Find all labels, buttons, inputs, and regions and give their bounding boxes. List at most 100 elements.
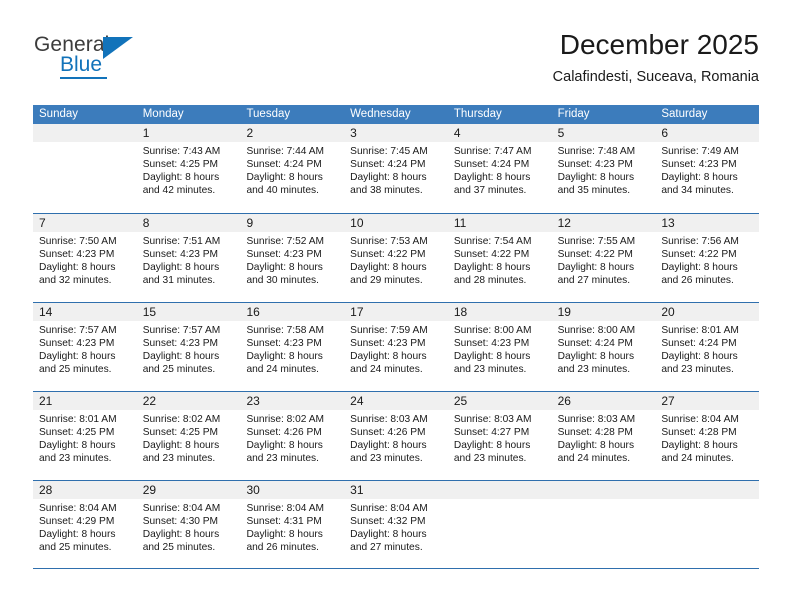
- day-info-line: and 32 minutes.: [39, 275, 112, 287]
- day-sun-info: Sunrise: 8:01 AM Sunset: 4:25 PM Daylight:…: [33, 410, 137, 465]
- day-info-line: Sunset: 4:23 PM: [39, 249, 115, 261]
- day-info-line: Daylight: 8 hours: [142, 440, 220, 452]
- calendar-day-cell-18[interactable]: 18 Sunrise: 8:00 AM Sunset: 4:23 PM Dayligh…: [447, 303, 552, 391]
- calendar-day-cell-30[interactable]: 30 Sunrise: 8:04 AM Sunset: 4:31 PM Dayligh…: [240, 481, 345, 568]
- day-number: 14: [39, 305, 53, 319]
- calendar-day-cell-29[interactable]: 29 Sunrise: 8:04 AM Sunset: 4:30 PM Dayligh…: [136, 481, 241, 568]
- day-info-line: Sunrise: 7:52 AM: [246, 236, 325, 247]
- calendar-day-cell-11[interactable]: 11 Sunrise: 7:54 AM Sunset: 4:22 PM Dayligh…: [447, 214, 552, 302]
- weekday-header-thursday: Thursday: [453, 108, 502, 120]
- day-info-line: and 24 minutes.: [350, 364, 423, 376]
- calendar-grid: Sunday Monday Tuesday Wednesday Thursday Frid…: [33, 105, 760, 569]
- calendar-day-cell-10[interactable]: 10 Sunrise: 7:53 AM Sunset: 4:22 PM Dayligh…: [344, 214, 448, 302]
- day-info-line: Daylight: 8 hours: [350, 440, 427, 452]
- day-sun-info: Sunrise: 8:01 AM Sunset: 4:24 PM Daylight:…: [655, 321, 759, 376]
- day-sun-info: [552, 499, 656, 502]
- calendar-day-cell-19[interactable]: 19 Sunrise: 8:00 AM Sunset: 4:24 PM Dayligh…: [551, 303, 656, 391]
- day-info-line: Sunrise: 7:54 AM: [453, 236, 532, 247]
- day-sun-info: Sunrise: 7:54 AM Sunset: 4:22 PM Daylight:…: [448, 232, 552, 287]
- day-number-band: 8: [136, 214, 241, 232]
- day-number: 7: [39, 216, 46, 230]
- calendar-day-cell-20[interactable]: 20 Sunrise: 8:01 AM Sunset: 4:24 PM Dayligh…: [655, 303, 760, 391]
- calendar-day-cell-21[interactable]: 21 Sunrise: 8:01 AM Sunset: 4:25 PM Dayligh…: [33, 392, 137, 480]
- day-info-line: Sunset: 4:24 PM: [453, 159, 530, 171]
- day-number: 6: [661, 126, 668, 140]
- calendar-day-cell-4[interactable]: 4 Sunrise: 7:47 AM Sunset: 4:24 PM Daylight…: [447, 124, 552, 213]
- day-info-line: Daylight: 8 hours: [350, 262, 427, 274]
- day-info-line: Sunset: 4:23 PM: [142, 338, 219, 350]
- day-sun-info: Sunrise: 7:55 AM Sunset: 4:22 PM Daylight:…: [552, 232, 656, 287]
- calendar-day-cell-2[interactable]: 2 Sunrise: 7:44 AM Sunset: 4:24 PM Daylight…: [240, 124, 345, 213]
- day-number: 27: [661, 394, 675, 408]
- calendar-day-cell-1[interactable]: 1 Sunrise: 7:43 AM Sunset: 4:25 PM Daylight…: [136, 124, 241, 213]
- day-info-line: Daylight: 8 hours: [661, 262, 738, 274]
- calendar-day-cell-6[interactable]: 6 Sunrise: 7:49 AM Sunset: 4:23 PM Daylight…: [655, 124, 760, 213]
- calendar-body: 1 Sunrise: 7:43 AM Sunset: 4:25 PM Daylight…: [33, 124, 760, 569]
- calendar-day-cell-25[interactable]: 25 Sunrise: 8:03 AM Sunset: 4:27 PM Dayligh…: [447, 392, 552, 480]
- day-number-band: [655, 481, 760, 499]
- calendar-day-cell-14[interactable]: 14 Sunrise: 7:57 AM Sunset: 4:23 PM Dayligh…: [33, 303, 137, 391]
- day-number-band: 22: [136, 392, 241, 410]
- calendar-day-cell-empty: [447, 481, 552, 568]
- day-sun-info: Sunrise: 7:44 AM Sunset: 4:24 PM Daylight:…: [240, 142, 344, 197]
- calendar-day-cell-16[interactable]: 16 Sunrise: 7:58 AM Sunset: 4:23 PM Dayligh…: [240, 303, 345, 391]
- day-info-line: Sunset: 4:26 PM: [350, 427, 426, 439]
- weekday-header-friday: Friday: [557, 108, 590, 120]
- day-info-line: Sunset: 4:23 PM: [39, 338, 115, 350]
- day-info-line: Daylight: 8 hours: [557, 351, 635, 363]
- day-info-line: Sunrise: 8:01 AM: [661, 325, 739, 336]
- day-info-line: Daylight: 8 hours: [661, 351, 738, 363]
- calendar-day-cell-23[interactable]: 23 Sunrise: 8:02 AM Sunset: 4:26 PM Dayligh…: [240, 392, 345, 480]
- calendar-day-cell-13[interactable]: 13 Sunrise: 7:56 AM Sunset: 4:22 PM Dayligh…: [655, 214, 760, 302]
- logo-text-blue: Blue: [60, 53, 103, 76]
- calendar-day-cell-31[interactable]: 31 Sunrise: 8:04 AM Sunset: 4:32 PM Dayligh…: [344, 481, 448, 568]
- day-number-band: 28: [33, 481, 137, 499]
- calendar-day-cell-15[interactable]: 15 Sunrise: 7:57 AM Sunset: 4:23 PM Dayligh…: [136, 303, 241, 391]
- day-info-line: Sunset: 4:25 PM: [142, 159, 219, 171]
- day-info-line: Sunset: 4:28 PM: [661, 427, 737, 439]
- day-info-line: Sunrise: 8:04 AM: [246, 503, 325, 514]
- day-info-line: and 38 minutes.: [350, 185, 423, 197]
- day-sun-info: Sunrise: 7:51 AM Sunset: 4:23 PM Daylight:…: [137, 232, 241, 287]
- day-info-line: Sunset: 4:24 PM: [557, 338, 633, 350]
- calendar-day-cell-17[interactable]: 17 Sunrise: 7:59 AM Sunset: 4:23 PM Dayligh…: [344, 303, 448, 391]
- calendar-day-cell-26[interactable]: 26 Sunrise: 8:03 AM Sunset: 4:28 PM Dayligh…: [551, 392, 656, 480]
- day-info-line: Sunrise: 7:45 AM: [350, 146, 428, 157]
- day-number-band: 1: [136, 124, 241, 142]
- calendar-day-cell-9[interactable]: 9 Sunrise: 7:52 AM Sunset: 4:23 PM Daylight…: [240, 214, 345, 302]
- day-sun-info: Sunrise: 8:03 AM Sunset: 4:27 PM Daylight:…: [448, 410, 552, 465]
- logo-triangle-icon: [103, 37, 133, 59]
- calendar-day-cell-28[interactable]: 28 Sunrise: 8:04 AM Sunset: 4:29 PM Dayligh…: [33, 481, 137, 568]
- day-sun-info: Sunrise: 7:45 AM Sunset: 4:24 PM Daylight:…: [344, 142, 448, 197]
- day-number-band: 25: [447, 392, 552, 410]
- day-number: 26: [557, 394, 571, 408]
- day-number: 15: [142, 305, 157, 319]
- day-number: 23: [246, 394, 260, 408]
- day-number-band: 31: [344, 481, 448, 499]
- calendar-day-cell-22[interactable]: 22 Sunrise: 8:02 AM Sunset: 4:25 PM Dayligh…: [136, 392, 241, 480]
- calendar-week-row: 28 Sunrise: 8:04 AM Sunset: 4:29 PM Dayligh…: [33, 480, 760, 569]
- day-info-line: Daylight: 8 hours: [142, 262, 220, 274]
- day-info-line: Sunrise: 8:03 AM: [350, 414, 428, 425]
- day-info-line: Sunrise: 8:04 AM: [661, 414, 739, 425]
- calendar-day-cell-12[interactable]: 12 Sunrise: 7:55 AM Sunset: 4:22 PM Dayligh…: [551, 214, 656, 302]
- day-info-line: Sunset: 4:22 PM: [453, 249, 530, 261]
- calendar-day-cell-27[interactable]: 27 Sunrise: 8:04 AM Sunset: 4:28 PM Dayligh…: [655, 392, 760, 480]
- day-number: 2: [246, 126, 254, 140]
- day-info-line: Daylight: 8 hours: [350, 172, 427, 184]
- day-info-line: and 31 minutes.: [142, 275, 216, 287]
- calendar-day-cell-7[interactable]: 7 Sunrise: 7:50 AM Sunset: 4:23 PM Daylight…: [33, 214, 137, 302]
- calendar-day-cell-3[interactable]: 3 Sunrise: 7:45 AM Sunset: 4:24 PM Daylight…: [344, 124, 448, 213]
- day-number-band: 13: [655, 214, 760, 232]
- calendar-day-cell-8[interactable]: 8 Sunrise: 7:51 AM Sunset: 4:23 PM Daylight…: [136, 214, 241, 302]
- day-info-line: and 30 minutes.: [246, 275, 319, 287]
- day-info-line: Sunset: 4:22 PM: [557, 249, 633, 261]
- day-info-line: and 23 minutes.: [453, 453, 527, 465]
- day-number-band: 4: [447, 124, 552, 142]
- day-info-line: Sunset: 4:24 PM: [350, 159, 426, 171]
- day-sun-info: Sunrise: 7:53 AM Sunset: 4:22 PM Daylight:…: [344, 232, 448, 287]
- day-info-line: Sunrise: 8:02 AM: [142, 414, 221, 425]
- day-info-line: Sunset: 4:23 PM: [350, 338, 426, 350]
- calendar-day-cell-5[interactable]: 5 Sunrise: 7:48 AM Sunset: 4:23 PM Daylight…: [551, 124, 656, 213]
- calendar-day-cell-24[interactable]: 24 Sunrise: 8:03 AM Sunset: 4:26 PM Dayligh…: [344, 392, 448, 480]
